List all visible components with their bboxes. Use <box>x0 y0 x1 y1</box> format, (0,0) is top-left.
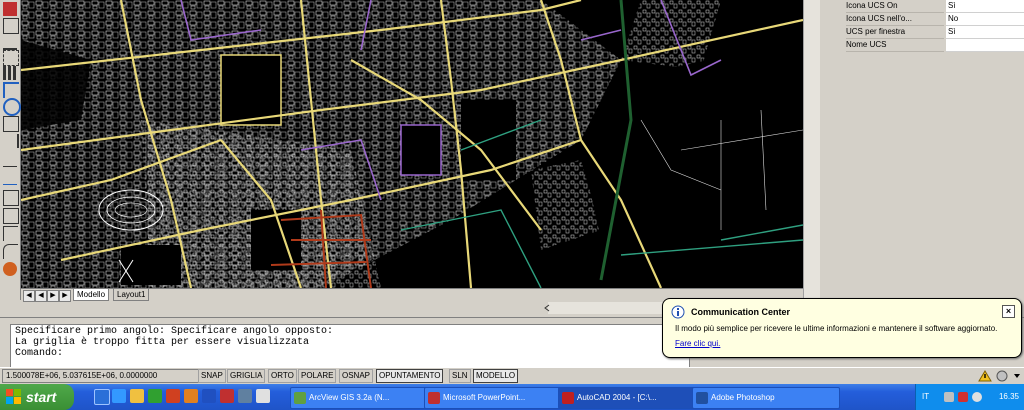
properties-panel: Icona UCS On Sì Icona UCS nell'o... No U… <box>820 0 1024 300</box>
task-label: Adobe Photoshop <box>711 393 775 402</box>
word-icon[interactable] <box>202 389 216 403</box>
trim-icon[interactable] <box>3 152 17 167</box>
stretch-icon[interactable] <box>3 134 19 148</box>
outlook-icon[interactable] <box>184 389 198 403</box>
next-tab-icon[interactable]: ▶ <box>47 290 59 302</box>
network-icon[interactable] <box>944 392 954 402</box>
status-bar: 1.500078E+06, 5.037615E+06, 0.0000000 SN… <box>0 367 1024 383</box>
property-value[interactable]: No <box>946 13 1024 26</box>
coordinate-readout: 1.500078E+06, 5.037615E+06, 0.0000000 <box>2 369 199 383</box>
property-name: Icona UCS nell'o... <box>846 13 944 26</box>
rotate-icon[interactable] <box>3 98 21 116</box>
access-icon[interactable] <box>166 389 180 403</box>
command-line[interactable]: Specificare primo angolo: Specificare an… <box>10 324 690 370</box>
array-icon[interactable] <box>3 66 17 80</box>
chevron-down-icon[interactable] <box>1013 372 1021 380</box>
photoshop-icon <box>696 392 708 404</box>
polar-toggle[interactable]: POLARE <box>298 369 337 383</box>
task-label: AutoCAD 2004 - [C:\... <box>577 393 657 402</box>
explode-icon[interactable] <box>3 262 17 276</box>
command-history-line: La griglia è troppo fitta per essere vis… <box>15 337 310 348</box>
notepad-icon[interactable] <box>256 389 270 403</box>
command-history-line: Specificare primo angolo: Specificare an… <box>15 326 334 337</box>
vertical-scrollbar[interactable] <box>803 0 820 300</box>
tab-model[interactable]: Modello <box>73 289 110 301</box>
powerpoint-icon[interactable] <box>220 389 234 403</box>
scroll-left-icon[interactable] <box>542 303 552 313</box>
property-row-ucs-name: Nome UCS <box>846 39 1024 52</box>
copy-icon[interactable] <box>3 18 19 34</box>
task-label: Microsoft PowerPoint... <box>443 393 526 402</box>
snap-toggle[interactable]: SNAP <box>198 369 226 383</box>
lineweight-toggle[interactable]: SLN <box>449 369 471 383</box>
property-name: Nome UCS <box>846 39 944 52</box>
scale-icon[interactable] <box>3 116 19 132</box>
language-indicator[interactable]: IT <box>922 384 929 410</box>
show-desktop-icon[interactable] <box>94 389 110 405</box>
task-label: ArcView GIS 3.2a (N... <box>309 393 390 402</box>
model-space-toggle[interactable]: MODELLO <box>473 369 519 383</box>
task-powerpoint[interactable]: Microsoft PowerPoint... <box>424 387 572 409</box>
windows-taskbar: start ArcView GIS 3.2a (N... Microsoft P… <box>0 384 1024 410</box>
communication-center-notification: Communication Center × Il modo più sempl… <box>662 298 1022 358</box>
city-map-drawing <box>21 0 803 288</box>
prev-tab-icon[interactable]: ◀ <box>35 290 47 302</box>
break-icon[interactable] <box>3 190 19 206</box>
modify-toolbar <box>0 0 21 300</box>
notification-title: Communication Center <box>691 307 791 317</box>
volume-icon[interactable] <box>972 392 982 402</box>
move-icon[interactable] <box>3 82 19 98</box>
clock: 16.35 <box>998 392 1019 401</box>
task-autocad[interactable]: AutoCAD 2004 - [C:\... <box>558 387 706 409</box>
internet-explorer-icon[interactable] <box>112 389 126 403</box>
folder-icon[interactable] <box>130 389 144 403</box>
property-value[interactable] <box>946 39 1024 52</box>
property-value[interactable]: Sì <box>946 0 1024 13</box>
property-row-ucs-icon-on: Icona UCS On Sì <box>846 0 1024 13</box>
system-tray: IT 16.35 <box>915 384 1024 410</box>
start-label: start <box>26 389 57 405</box>
last-tab-icon[interactable]: ▶ <box>59 290 71 302</box>
grid-toggle[interactable]: GRIGLIA <box>227 369 266 383</box>
info-icon <box>671 305 685 319</box>
extend-icon[interactable] <box>3 170 17 185</box>
command-prompt[interactable]: Comando: <box>15 348 685 359</box>
drawing-canvas[interactable] <box>21 0 803 288</box>
fillet-icon[interactable] <box>3 244 18 259</box>
start-button[interactable]: start <box>0 384 74 410</box>
windows-logo-icon <box>6 389 21 404</box>
notification-message: Il modo più semplice per ricevere le ult… <box>675 324 998 333</box>
erase-icon[interactable] <box>3 2 17 16</box>
first-tab-icon[interactable]: ◀ <box>23 290 35 302</box>
antivirus-icon[interactable] <box>958 392 968 402</box>
task-photoshop[interactable]: Adobe Photoshop <box>692 387 840 409</box>
notification-link[interactable]: Fare clic qui. <box>675 339 720 348</box>
close-icon[interactable]: × <box>1002 305 1015 318</box>
tab-layout1[interactable]: Layout1 <box>113 289 150 301</box>
mirror-icon[interactable] <box>3 34 17 50</box>
property-name: UCS per finestra <box>846 26 944 39</box>
chamfer-icon[interactable] <box>3 226 18 241</box>
otrack-toggle[interactable]: OPUNTAMENTO <box>376 369 444 383</box>
media-player-icon[interactable] <box>238 389 252 403</box>
offset-icon[interactable] <box>3 50 19 66</box>
property-row-ucs-per-viewport: UCS per finestra Sì <box>846 26 1024 39</box>
property-value[interactable]: Sì <box>946 26 1024 39</box>
task-arcview[interactable]: ArcView GIS 3.2a (N... <box>290 387 438 409</box>
join-icon[interactable] <box>3 208 19 224</box>
property-row-ucs-icon-origin: Icona UCS nell'o... No <box>846 13 1024 26</box>
powerpoint-icon <box>428 392 440 404</box>
property-name: Icona UCS On <box>846 0 944 13</box>
autocad-icon <box>562 392 574 404</box>
excel-icon[interactable] <box>148 389 162 403</box>
osnap-toggle[interactable]: OSNAP <box>339 369 374 383</box>
ortho-toggle[interactable]: ORTO <box>268 369 297 383</box>
communication-center-icon[interactable] <box>996 370 1008 382</box>
warning-icon[interactable] <box>978 370 992 382</box>
arcview-icon <box>294 392 306 404</box>
